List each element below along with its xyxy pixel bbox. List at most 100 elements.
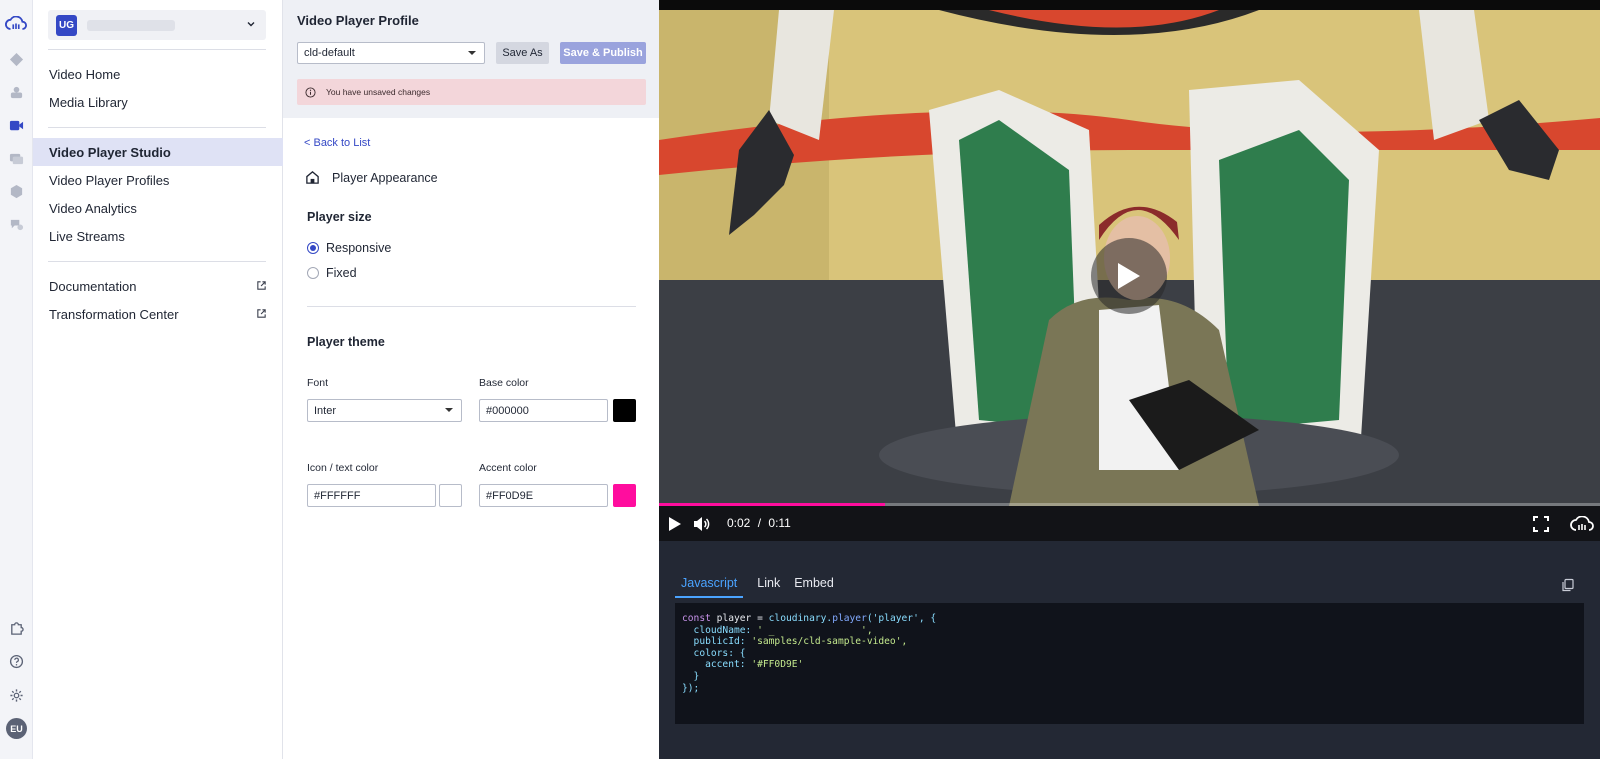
icon-text-color-swatch[interactable] — [439, 484, 462, 507]
fullscreen-icon — [1533, 516, 1549, 532]
org-name-redacted — [87, 19, 175, 31]
tab-embed[interactable]: Embed — [794, 570, 840, 598]
tab-link[interactable]: Link — [757, 570, 786, 598]
radio-responsive[interactable]: Responsive — [307, 241, 391, 255]
caret-down-icon — [445, 408, 453, 412]
font-select-value: Inter — [314, 404, 337, 417]
volume-button[interactable] — [691, 514, 711, 534]
caret-down-icon — [468, 51, 476, 55]
nav-item-label: Documentation — [49, 278, 137, 294]
external-link-icon — [257, 281, 266, 290]
accent-color-value: #FF0D9E — [486, 489, 534, 502]
org-badge: UG — [56, 14, 77, 36]
radio-button[interactable] — [307, 242, 319, 254]
chat-icon[interactable] — [8, 216, 25, 233]
base-color-value: #000000 — [486, 404, 529, 417]
play-overlay-button[interactable] — [1091, 238, 1167, 314]
save-as-button[interactable]: Save As — [496, 42, 549, 64]
profile-select[interactable]: cld-default — [297, 42, 485, 64]
alert-text: You have unsaved changes — [326, 87, 431, 97]
nav-item-video-analytics[interactable]: Video Analytics — [33, 194, 283, 222]
nav-item-documentation[interactable]: Documentation — [33, 272, 283, 300]
nav-item-label: Transformation Center — [49, 306, 179, 322]
accent-color-label: Accent color — [479, 462, 537, 474]
icon-text-color-input[interactable]: #FFFFFF — [307, 484, 436, 507]
org-switcher[interactable]: UG — [48, 10, 266, 40]
nav-item-video-player-studio[interactable]: Video Player Studio — [33, 138, 283, 166]
divider — [307, 306, 636, 307]
player-size-title: Player size — [307, 210, 372, 224]
icon-text-color-label: Icon / text color — [307, 462, 379, 474]
video-player[interactable]: 0:02 / 0:11 — [659, 0, 1600, 541]
nav-item-label: Video Home — [49, 66, 121, 82]
code-line: }); — [682, 682, 700, 694]
nav-item-video-player-profiles[interactable]: Video Player Profiles — [33, 166, 283, 194]
base-color-swatch[interactable] — [613, 399, 636, 422]
code-line: } — [682, 670, 700, 682]
unsaved-changes-alert: You have unsaved changes — [297, 79, 646, 105]
cloudinary-logo-icon[interactable] — [5, 15, 27, 32]
info-icon — [305, 86, 316, 98]
base-color-input[interactable]: #000000 — [479, 399, 608, 422]
preview-area: 0:02 / 0:11 Javascript Link Embed const … — [659, 0, 1600, 759]
code-line: cloudName: ' _ ', — [682, 624, 873, 636]
profile-select-value: cld-default — [304, 47, 355, 59]
font-select[interactable]: Inter — [307, 399, 462, 422]
duration: 0:11 — [768, 516, 791, 530]
home-icon — [306, 171, 319, 184]
cube-icon[interactable] — [8, 183, 25, 200]
tab-javascript[interactable]: Javascript — [675, 570, 744, 598]
radio-label: Responsive — [326, 241, 392, 255]
user-avatar[interactable]: EU — [6, 718, 27, 739]
fullscreen-button[interactable] — [1531, 514, 1551, 534]
code-line: publicId: 'samples/cld-sample-video', — [682, 636, 908, 648]
cloudinary-logo-icon[interactable] — [1569, 514, 1595, 534]
chevron-down-icon — [247, 22, 255, 27]
divider — [48, 261, 266, 262]
back-to-list-link[interactable]: < Back to List — [304, 137, 370, 149]
puzzle-icon[interactable] — [8, 620, 25, 637]
help-icon[interactable] — [8, 653, 25, 670]
profile-header: Video Player Profile cld-default Save As… — [283, 0, 659, 118]
profile-title: Video Player Profile — [297, 13, 419, 28]
volume-icon — [694, 517, 710, 531]
radio-button[interactable] — [307, 267, 319, 279]
radio-fixed[interactable]: Fixed — [307, 266, 357, 280]
code-snippet[interactable]: const player = cloudinary.player('player… — [675, 603, 1584, 724]
code-line: const player = cloudinary.player('player… — [682, 613, 937, 624]
nav-item-label: Live Streams — [49, 228, 125, 244]
player-appearance-header: Player Appearance — [305, 170, 438, 185]
accent-color-input[interactable]: #FF0D9E — [479, 484, 608, 507]
accent-color-swatch[interactable] — [613, 484, 636, 507]
player-profile-panel: Video Player Profile cld-default Save As… — [283, 0, 659, 759]
divider — [48, 49, 266, 50]
cloud-icon — [1570, 516, 1594, 531]
save-publish-button[interactable]: Save & Publish — [560, 42, 646, 64]
player-theme-title: Player theme — [307, 335, 385, 349]
play-icon — [1118, 263, 1140, 289]
font-label: Font — [307, 377, 329, 389]
time-display: 0:02 / 0:11 — [727, 516, 791, 530]
current-time: 0:02 — [727, 516, 751, 530]
sidebar-nav: UG Video Home Media Library Video Player… — [33, 0, 283, 759]
copy-icon[interactable] — [1561, 578, 1575, 592]
nav-item-label: Media Library — [49, 94, 128, 110]
icon-rail: EU — [0, 0, 33, 759]
icon-text-color-value: #FFFFFF — [314, 489, 361, 502]
nav-item-media-library[interactable]: Media Library — [33, 88, 283, 116]
image-icon[interactable] — [8, 84, 25, 101]
appearance-label: Player Appearance — [332, 170, 438, 185]
nav-item-live-streams[interactable]: Live Streams — [33, 222, 283, 250]
gallery-icon[interactable] — [8, 150, 25, 167]
assets-icon[interactable] — [8, 51, 25, 68]
play-button[interactable] — [664, 514, 684, 534]
nav-item-video-home[interactable]: Video Home — [33, 60, 283, 88]
play-icon — [669, 517, 681, 531]
code-tabs: Javascript Link Embed — [675, 570, 854, 598]
settings-gear-icon[interactable] — [8, 687, 25, 704]
nav-item-transformation-center[interactable]: Transformation Center — [33, 300, 283, 328]
radio-label: Fixed — [326, 266, 357, 280]
external-link-icon — [257, 309, 266, 318]
video-icon[interactable] — [8, 117, 25, 134]
time-separator: / — [757, 516, 762, 530]
